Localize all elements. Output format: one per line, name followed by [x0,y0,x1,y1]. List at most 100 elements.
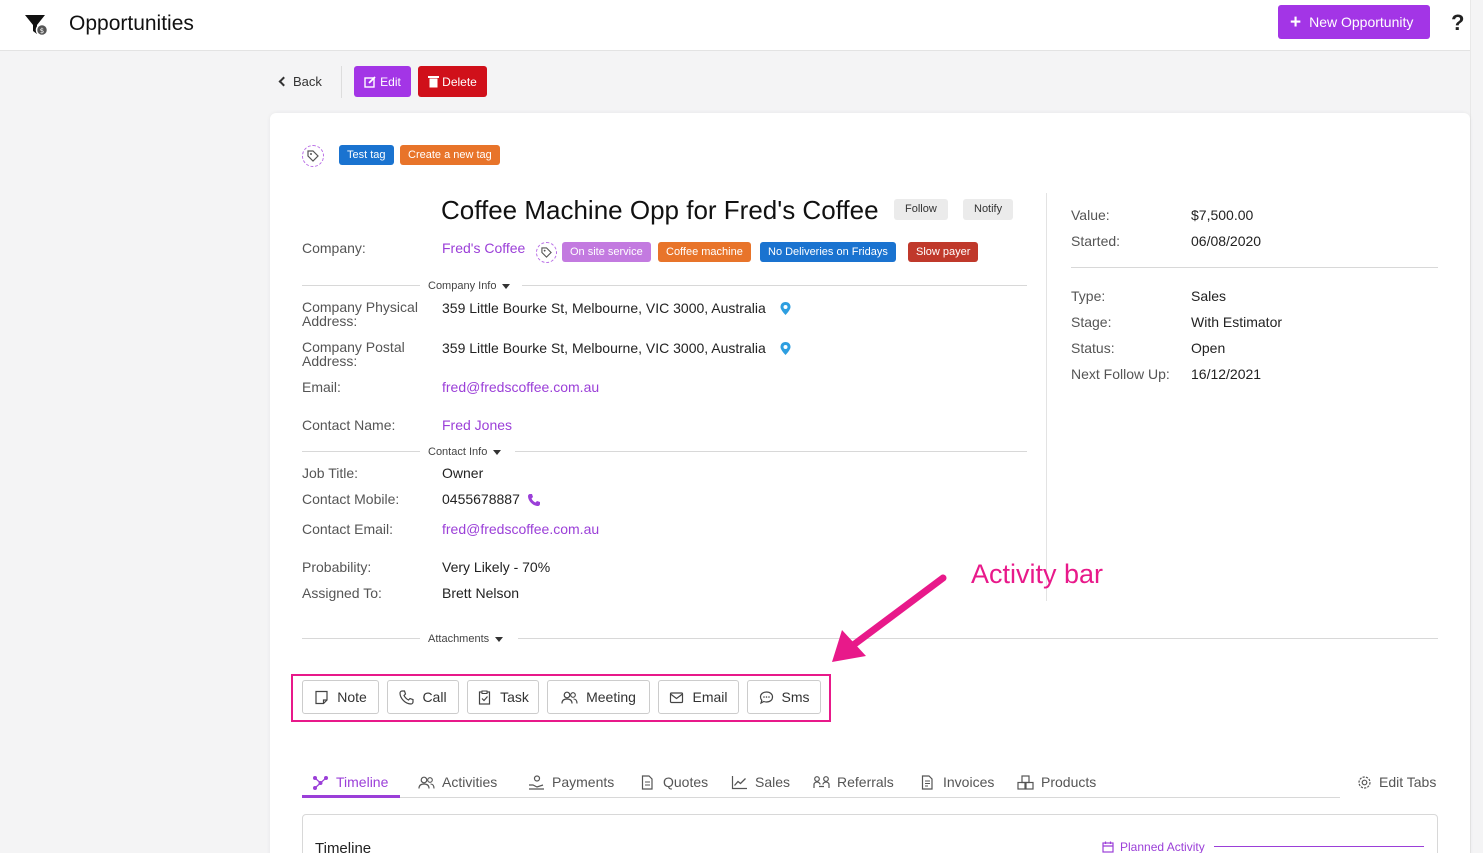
tab-quotes[interactable]: Quotes [639,774,708,790]
divider [515,451,1027,452]
started-value: 06/08/2020 [1191,233,1262,249]
tab-sales-label: Sales [755,774,791,790]
assigned-label: Assigned To: [302,585,382,601]
call-label: Call [422,689,447,705]
back-label: Back [293,74,322,89]
divider [302,451,420,452]
contact-name-label: Contact Name: [302,417,396,433]
attachments-toggle[interactable]: Attachments [428,633,504,645]
note-button[interactable]: Note [302,680,379,714]
type-label: Type: [1071,288,1106,304]
tag-coffee-machine[interactable]: Coffee machine [658,242,751,262]
value-amount: $7,500.00 [1191,207,1254,223]
tab-timeline[interactable]: Timeline [312,774,388,790]
job-title-value: Owner [442,465,484,481]
document-icon [641,774,653,790]
tab-payments-label: Payments [552,774,615,790]
annotation-label: Activity bar [971,559,1104,589]
postal-address-value: 359 Little Bourke St, Melbourne, VIC 300… [442,340,791,356]
tag-slow-payer[interactable]: Slow payer [908,242,979,262]
email-label: Email [692,689,728,705]
probability-value: Very Likely - 70% [442,559,551,575]
map-pin-icon[interactable] [780,302,791,315]
divider [1071,267,1438,268]
tabs-divider [302,797,1340,798]
probability-label: Probability: [302,559,372,575]
referral-icon [813,775,830,788]
caret-down-icon [495,636,504,642]
task-label: Task [500,689,529,705]
contact-mobile-label: Contact Mobile: [302,491,400,507]
status-value: Open [1191,340,1226,356]
tag-test[interactable]: Test tag [339,145,394,165]
meeting-label: Meeting [586,689,636,705]
users-icon [418,776,435,789]
tag-no-deliveries[interactable]: No Deliveries on Fridays [760,242,896,262]
tab-activities[interactable]: Activities [418,774,497,790]
active-tab-indicator [302,795,400,798]
tab-referrals[interactable]: Referrals [813,774,894,790]
contact-info-toggle[interactable]: Contact Info [428,446,502,458]
edit-button[interactable]: Edit [354,66,411,97]
edit-label: Edit [380,74,401,89]
contact-email-link[interactable]: fred@fredscoffee.com.au [442,521,599,537]
edit-tabs-label: Edit Tabs [1379,774,1437,790]
company-link[interactable]: Fred's Coffee [442,240,525,256]
company-label: Company: [302,240,366,256]
back-button[interactable]: Back [278,74,322,89]
company-email-link[interactable]: fred@fredscoffee.com.au [442,379,599,395]
new-opportunity-button[interactable]: + New Opportunity [1278,5,1430,39]
hand-coin-icon [529,774,544,790]
divider [341,66,342,98]
physical-address-value: 359 Little Bourke St, Melbourne, VIC 300… [442,300,791,316]
add-company-tag-icon[interactable] [536,242,557,263]
type-value: Sales [1191,288,1227,304]
scrollbar[interactable] [1470,0,1483,853]
call-button[interactable]: Call [387,680,459,714]
email-button[interactable]: Email [658,680,739,714]
tag-on-site-service[interactable]: On site service [562,242,651,262]
tab-invoices[interactable]: Invoices [919,774,994,790]
envelope-icon [670,691,684,703]
map-pin-icon[interactable] [780,342,791,355]
funnel-logo-icon: $ [25,15,49,37]
delete-label: Delete [442,74,477,89]
chevron-left-icon [278,76,289,87]
annotation-arrow-icon [832,574,947,662]
edit-tabs-button[interactable]: Edit Tabs [1357,774,1436,790]
job-title-label: Job Title: [302,465,359,481]
sms-button[interactable]: Sms [747,680,821,714]
phone-icon[interactable] [527,493,541,507]
tab-referrals-label: Referrals [837,774,894,790]
tab-sales[interactable]: Sales [731,774,790,790]
meeting-button[interactable]: Meeting [547,680,650,714]
help-icon[interactable]: ? [1451,10,1464,36]
svg-text:$: $ [40,27,44,35]
divider [302,638,420,639]
boxes-icon [1017,774,1034,790]
notify-button[interactable]: Notify [963,199,1014,220]
planned-activity-label: Planned Activity [1120,840,1205,853]
contact-name-link[interactable]: Fred Jones [442,417,512,433]
tab-products[interactable]: Products [1017,774,1096,790]
started-label: Started: [1071,233,1121,249]
tab-payments[interactable]: Payments [528,774,614,790]
create-tag-button[interactable]: Create a new tag [400,145,500,165]
add-tag-icon[interactable] [302,145,324,167]
top-bar: $ Opportunities + New Opportunity ? [0,0,1483,51]
task-button[interactable]: Task [467,680,539,714]
column-divider [1046,193,1047,601]
timeline-title: Timeline [315,840,372,853]
follow-button[interactable]: Follow [894,199,948,220]
tab-timeline-label: Timeline [336,774,389,790]
company-info-toggle[interactable]: Company Info [428,280,511,292]
tab-activities-label: Activities [442,774,498,790]
plus-icon: + [1290,11,1302,33]
phone-icon [399,689,415,705]
delete-button[interactable]: Delete [418,66,487,97]
postal-address-text: 359 Little Bourke St, Melbourne, VIC 300… [442,340,766,356]
stage-label: Stage: [1071,314,1112,330]
new-opportunity-label: New Opportunity [1309,14,1414,30]
next-followup-value: 16/12/2021 [1191,366,1262,382]
physical-address-label: Company Physical Address: [302,299,418,329]
